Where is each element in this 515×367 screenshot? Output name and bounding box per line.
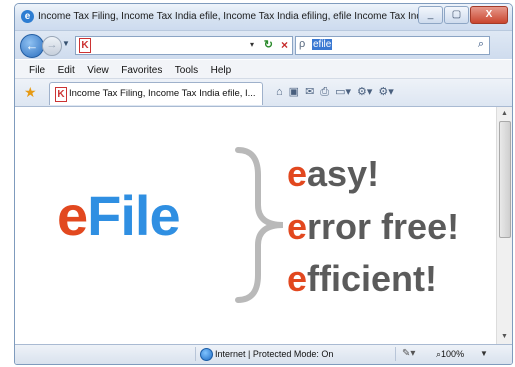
tagline-text: asy!: [307, 153, 380, 194]
caption-buttons: _ ▢ X: [417, 6, 508, 24]
tagline-e: e: [287, 258, 308, 299]
title-bar: e Income Tax Filing, Income Tax India ef…: [15, 4, 512, 31]
status-divider: [195, 347, 196, 361]
scroll-down-arrow-icon[interactable]: ▼: [499, 332, 510, 342]
zoom-value: 100%: [441, 349, 465, 359]
menu-bar: File Edit View Favorites Tools Help: [15, 60, 512, 79]
menu-tools[interactable]: Tools: [175, 62, 198, 80]
search-icon[interactable]: ⌕: [478, 38, 484, 51]
page-menu-button[interactable]: ▭▾: [334, 85, 352, 100]
command-bar: ⌂ ▣ ✉ ⎙ ▭▾ ⚙▾ ⚙▾: [275, 85, 395, 100]
status-bar: Internet | Protected Mode: On ✎▾ ⌕100% ▼: [15, 344, 512, 364]
scroll-up-arrow-icon[interactable]: ▲: [499, 109, 510, 119]
security-zone-label[interactable]: Internet | Protected Mode: On: [215, 349, 333, 359]
tab-favicon-icon: K: [55, 87, 67, 102]
home-icon[interactable]: ⌂: [275, 85, 284, 100]
tab-bar: ★ K Income Tax Filing, Income Tax India …: [15, 79, 512, 107]
efile-logo: eFile: [57, 188, 181, 244]
logo-file: File: [87, 184, 180, 247]
menu-favorites[interactable]: Favorites: [121, 62, 162, 80]
tagline-e: e: [287, 153, 308, 194]
tab-active[interactable]: K Income Tax Filing, Income Tax India ef…: [49, 82, 263, 105]
curly-brace-graphic: [235, 147, 284, 303]
feeds-icon[interactable]: ▣: [288, 85, 300, 100]
page-content: eFile easy! error free! efficient!: [15, 107, 496, 344]
url-dropdown-icon[interactable]: ▾: [250, 40, 254, 49]
minimize-button[interactable]: _: [418, 6, 443, 24]
tagline-efficient: efficient!: [287, 259, 437, 299]
close-button[interactable]: X: [470, 6, 508, 24]
tagline-error-free: error free!: [287, 207, 459, 247]
menu-view[interactable]: View: [87, 62, 109, 80]
ie-icon: e: [21, 10, 34, 23]
tagline-text: fficient!: [307, 258, 438, 299]
site-favicon-icon: K: [79, 38, 91, 53]
logo-e: e: [57, 184, 88, 247]
search-provider-icon: ρ: [299, 38, 306, 50]
tools-menu-button[interactable]: ⚙▾: [377, 85, 394, 100]
search-field[interactable]: ρ efile ⌕: [295, 36, 490, 55]
search-input[interactable]: efile: [312, 39, 333, 50]
address-bar: ← → ▼ K ▾ ↻ × ρ efile ⌕: [15, 31, 512, 59]
zoom-dropdown-icon[interactable]: ▼: [480, 349, 488, 358]
refresh-icon[interactable]: ↻: [264, 38, 273, 51]
menu-edit[interactable]: Edit: [58, 62, 75, 80]
favorites-star-icon[interactable]: ★: [24, 84, 37, 101]
internet-globe-icon: [200, 348, 213, 361]
browser-window: e Income Tax Filing, Income Tax India ef…: [14, 3, 513, 365]
tagline-e: e: [287, 206, 308, 247]
back-arrow-icon[interactable]: ←: [20, 34, 44, 58]
print-icon[interactable]: ⎙: [319, 85, 330, 100]
tagline-text: rror free!: [307, 206, 460, 247]
forward-arrow-icon[interactable]: →: [42, 36, 62, 56]
scroll-thumb[interactable]: [499, 121, 511, 238]
menu-file[interactable]: File: [29, 62, 45, 80]
url-field[interactable]: K ▾ ↻ ×: [75, 36, 293, 55]
tab-label: Income Tax Filing, Income Tax India efil…: [69, 88, 256, 99]
status-divider: [395, 347, 396, 361]
tagline-easy: easy!: [287, 154, 379, 194]
zoom-level[interactable]: ⌕100%: [436, 349, 464, 360]
menu-help[interactable]: Help: [211, 62, 232, 80]
mail-icon[interactable]: ✉: [304, 85, 315, 100]
status-tools-icon[interactable]: ✎▾: [402, 348, 415, 359]
stop-icon[interactable]: ×: [281, 38, 288, 52]
vertical-scrollbar[interactable]: ▲ ▼: [496, 107, 512, 344]
recent-pages-dropdown-icon[interactable]: ▼: [62, 39, 70, 48]
maximize-button[interactable]: ▢: [444, 6, 469, 24]
safety-menu-button[interactable]: ⚙▾: [356, 85, 373, 100]
window-title: Income Tax Filing, Income Tax India efil…: [38, 11, 433, 22]
